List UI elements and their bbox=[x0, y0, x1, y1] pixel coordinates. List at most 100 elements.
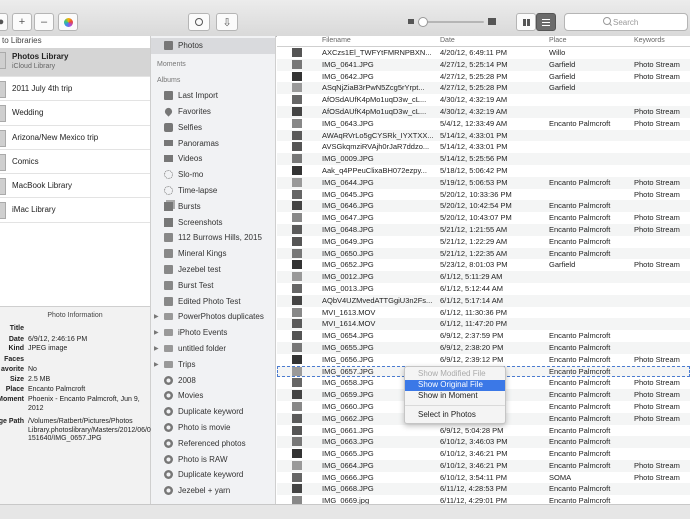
column-place[interactable]: Place bbox=[549, 37, 567, 44]
sidebar-item[interactable]: Selfies bbox=[151, 119, 275, 135]
table-row[interactable]: IMG_0645.JPG 5/20/12, 10:33:36 PM Photo St… bbox=[277, 189, 690, 201]
table-row[interactable]: MVI_1613.MOV 6/1/12, 11:30:36 PM bbox=[277, 307, 690, 319]
sidebar-item[interactable]: Edited Photo Test bbox=[151, 293, 275, 309]
sidebar-item[interactable]: Videos bbox=[151, 151, 275, 167]
sidebar-item[interactable]: Slo-mo bbox=[151, 167, 275, 183]
table-row[interactable]: MVI_1614.MOV 6/1/12, 11:47:20 PM bbox=[277, 318, 690, 331]
table-row[interactable]: AXCzs1El_TWFYtFMRNPBXN... 4/20/12, 6:49:1… bbox=[277, 47, 690, 59]
sidebar-item[interactable]: Last Import bbox=[151, 88, 275, 104]
filename-cell: IMG_0647.JPG bbox=[322, 213, 374, 223]
table-row[interactable]: AfOSdAUfK4pMo1uqD3w_cL... 4/30/12, 4:32:1… bbox=[277, 105, 690, 118]
table-row[interactable]: IMG_0666.JPG 6/10/12, 3:54:11 PM SOMA Photo… bbox=[277, 472, 690, 484]
sidebar-item[interactable]: Jezebel test bbox=[151, 262, 275, 278]
disclosure-triangle-icon[interactable]: ▶ bbox=[154, 345, 159, 352]
table-row[interactable]: IMG_0669.jpg 6/11/12, 4:29:01 PM Encanto P… bbox=[277, 495, 690, 504]
library-item[interactable]: Wedding bbox=[0, 101, 150, 126]
table-row[interactable]: AWAqRVrLo5gCYSRk_IYXTXX... 5/14/12, 4:33:… bbox=[277, 129, 690, 142]
table-row[interactable]: ASqNjZiaB3rPwN5Zcg5rYrpt... 4/27/12, 5:25… bbox=[277, 82, 690, 95]
table-row[interactable]: IMG_0642.JPG 4/27/12, 5:25:28 PM Garfield P… bbox=[277, 71, 690, 83]
sidebar-item[interactable]: Screenshots bbox=[151, 214, 275, 230]
table-row[interactable]: IMG_0013.JPG 6/1/12, 5:12:44 AM bbox=[277, 283, 690, 295]
column-filename[interactable]: Filename bbox=[322, 37, 351, 44]
photos-app-icon[interactable] bbox=[58, 13, 78, 31]
sidebar-item[interactable]: Panoramas bbox=[151, 135, 275, 151]
table-row[interactable]: IMG_0656.JPG 6/9/12, 2:39:12 PM Encanto Pa… bbox=[277, 354, 690, 366]
sidebar-item[interactable]: ▶ PowerPhotos duplicates bbox=[151, 309, 275, 325]
search-field[interactable]: Search bbox=[564, 13, 688, 31]
column-keywords[interactable]: Keywords bbox=[634, 37, 665, 44]
table-row[interactable]: AfOSdAUfK4pMo1uqD3w_cL... 4/30/12, 4:32:1… bbox=[277, 94, 690, 106]
table-row[interactable]: IMG_0668.JPG 6/11/12, 4:28:53 PM Encanto P… bbox=[277, 483, 690, 496]
menu-item-select-in-photos[interactable]: Select in Photos bbox=[405, 410, 505, 421]
table-row[interactable]: Aak_q4PPeuClixaBH072ezpy... 5/18/12, 5:06… bbox=[277, 165, 690, 177]
zoom-slider-track[interactable] bbox=[418, 17, 484, 27]
table-row[interactable]: IMG_0012.JPG 6/1/12, 5:11:29 AM bbox=[277, 271, 690, 283]
table-row[interactable]: IMG_0661.JPG 6/9/12, 5:04:28 PM Encanto Pa… bbox=[277, 425, 690, 437]
table-row[interactable]: IMG_0652.JPG 5/23/12, 8:01:03 PM Garfield P… bbox=[277, 259, 690, 271]
sidebar-item[interactable]: 112 Burrows Hills, 2015 bbox=[151, 230, 275, 246]
place-cell: Garfield bbox=[549, 260, 576, 270]
table-row[interactable]: AQbV4UZMvedATTGgiU3n2Fs... 6/1/12, 5:17:1… bbox=[277, 294, 690, 307]
gear-icon bbox=[164, 422, 173, 432]
table-row[interactable]: IMG_0009.JPG 5/14/12, 5:25:56 PM bbox=[277, 153, 690, 165]
library-item[interactable]: iMac Library bbox=[0, 198, 150, 223]
sidebar-item[interactable]: Bursts bbox=[151, 198, 275, 214]
sidebar-item[interactable]: Referenced photos bbox=[151, 435, 275, 451]
sidebar-item[interactable]: Photo is RAW bbox=[151, 451, 275, 467]
download-icon[interactable]: ⇩ bbox=[216, 13, 238, 31]
library-item[interactable]: Arizona/New Mexico trip bbox=[0, 126, 150, 150]
date-cell: 4/30/12, 4:32:19 AM bbox=[440, 106, 508, 116]
zoom-icon[interactable] bbox=[188, 13, 210, 31]
table-row[interactable]: IMG_0650.JPG 5/21/12, 1:22:35 AM Encanto P… bbox=[277, 247, 690, 260]
zoom-slider-knob[interactable] bbox=[418, 17, 428, 27]
table-row[interactable]: IMG_0641.JPG 4/27/12, 5:25:14 PM Garfield P… bbox=[277, 58, 690, 71]
disclosure-triangle-icon[interactable]: ▶ bbox=[154, 361, 159, 368]
sidebar-item[interactable]: Time-lapse bbox=[151, 183, 275, 199]
sidebar-item[interactable]: ▶ Trips bbox=[151, 356, 275, 372]
table-row[interactable]: IMG_0649.JPG 5/21/12, 1:22:29 AM Encanto P… bbox=[277, 236, 690, 248]
library-item[interactable]: 2011 July 4th trip bbox=[0, 77, 150, 102]
remove-button[interactable]: – bbox=[34, 13, 54, 31]
place-cell: SOMA bbox=[549, 472, 572, 482]
sidebar-item[interactable]: ▶ untitled folder bbox=[151, 341, 275, 357]
sidebar-item[interactable]: Movies bbox=[151, 388, 275, 404]
disclosure-triangle-icon[interactable]: ▶ bbox=[154, 313, 159, 320]
add-button[interactable]: + bbox=[12, 13, 32, 31]
place-cell: Encanto Palmcroft bbox=[549, 390, 611, 400]
list-view-icon[interactable] bbox=[536, 13, 556, 31]
sidebar-item-label: 112 Burrows Hills, 2015 bbox=[178, 233, 262, 243]
sidebar-item[interactable]: Jezebel + yarn bbox=[151, 483, 275, 499]
sidebar-item[interactable]: Photo is movie bbox=[151, 420, 275, 436]
table-row[interactable]: IMG_0655.JPG 6/9/12, 2:38:20 PM Encanto Pa… bbox=[277, 341, 690, 354]
sidebar-item[interactable]: Burst Test bbox=[151, 277, 275, 293]
table-row[interactable]: IMG_0647.JPG 5/20/12, 10:43:07 PM Encanto … bbox=[277, 212, 690, 224]
table-row[interactable]: IMG_0644.JPG 5/19/12, 5:06:53 PM Encanto P… bbox=[277, 176, 690, 189]
library-item[interactable]: Comics bbox=[0, 150, 150, 175]
circle-icon[interactable]: ● bbox=[0, 13, 8, 31]
table-row[interactable]: IMG_0665.JPG 6/10/12, 3:46:21 PM Encanto P… bbox=[277, 448, 690, 460]
sidebar-item-photos[interactable]: Photos bbox=[151, 38, 275, 54]
menu-item-show-in-moment[interactable]: Show in Moment bbox=[405, 391, 505, 402]
table-row[interactable]: AVSGkqmziRVAjh0rJaR7ddzo... 5/14/12, 4:33… bbox=[277, 141, 690, 153]
photo-thumbnail bbox=[292, 272, 302, 282]
column-date[interactable]: Date bbox=[440, 37, 455, 44]
table-row[interactable]: IMG_0663.JPG 6/10/12, 3:46:03 PM Encanto P… bbox=[277, 436, 690, 449]
sidebar-item[interactable]: Duplicate keyword bbox=[151, 467, 275, 483]
library-item[interactable]: Photos Library iCloud Library bbox=[0, 48, 150, 77]
table-row[interactable]: IMG_0648.JPG 5/21/12, 1:21:55 AM Encanto P… bbox=[277, 223, 690, 236]
place-cell: Garfield bbox=[549, 71, 576, 81]
disclosure-triangle-icon[interactable]: ▶ bbox=[154, 329, 159, 336]
table-row[interactable]: IMG_0646.JPG 5/20/12, 10:42:54 PM Encanto … bbox=[277, 200, 690, 213]
folder-icon bbox=[164, 360, 173, 368]
sidebar-item[interactable]: Favorites bbox=[151, 104, 275, 120]
menu-item-show-original-file[interactable]: Show Original File bbox=[405, 380, 505, 391]
table-row[interactable]: IMG_0664.JPG 6/10/12, 3:46:21 PM Encanto P… bbox=[277, 459, 690, 472]
table-row[interactable]: IMG_0654.JPG 6/9/12, 2:37:59 PM Encanto Pa… bbox=[277, 330, 690, 342]
sidebar-item[interactable]: 2008 bbox=[151, 372, 275, 388]
grid-view-icon[interactable] bbox=[516, 13, 536, 31]
table-row[interactable]: IMG_0643.JPG 5/4/12, 12:33:49 AM Encanto P… bbox=[277, 118, 690, 130]
sidebar-item[interactable]: Mineral Kings bbox=[151, 246, 275, 262]
sidebar-item[interactable]: ▶ iPhoto Events bbox=[151, 325, 275, 341]
sidebar-item[interactable]: Duplicate keyword bbox=[151, 404, 275, 420]
library-item[interactable]: MacBook Library bbox=[0, 174, 150, 199]
